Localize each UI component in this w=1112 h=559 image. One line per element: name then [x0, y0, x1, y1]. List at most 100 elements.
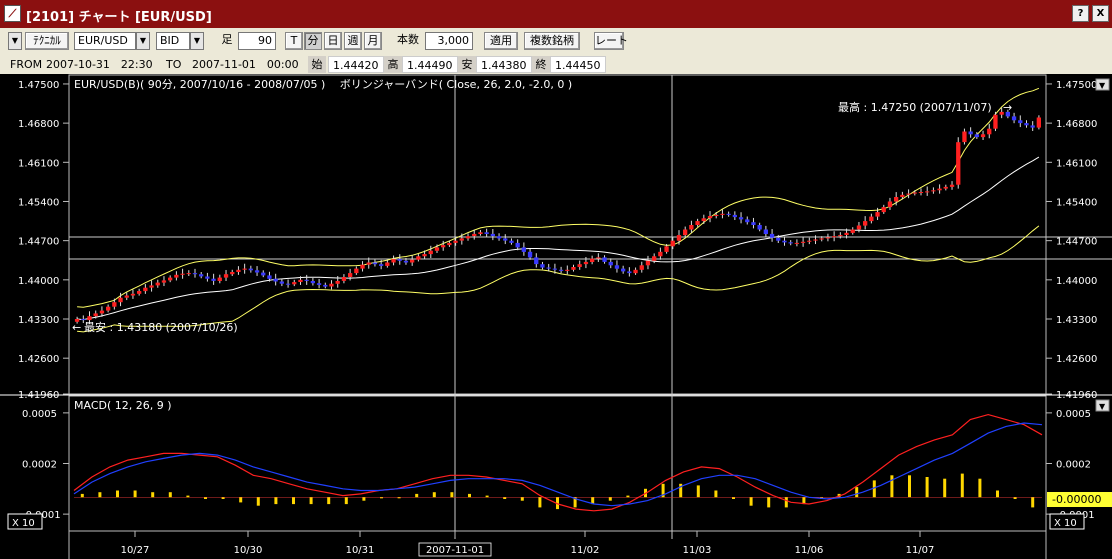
candle-body [87, 316, 92, 321]
app-icon: ⟋ [4, 5, 21, 22]
candle-body [664, 246, 669, 252]
menu-dropdown-icon[interactable]: ▼ [8, 32, 22, 50]
candle-body [689, 225, 694, 230]
candle-body [540, 264, 545, 268]
help-button[interactable]: ? [1072, 5, 1089, 22]
from-label: FROM [10, 58, 43, 71]
open-label: 始 [308, 56, 326, 73]
multi-symbol-button[interactable]: 複数銘柄 [524, 32, 580, 50]
price-chart-canvas[interactable]: 1.47500 1.47500 1.46800 1.46800 1.46100 1.461… [0, 74, 1112, 559]
macd-histogram-bar [256, 497, 260, 506]
date-tick-label: 11/03 [683, 545, 712, 556]
candle-body [93, 313, 98, 317]
rate-button[interactable]: レート [594, 32, 628, 50]
month-button[interactable]: 月 [364, 32, 382, 50]
candle-body [1024, 123, 1029, 126]
candle-body [1030, 125, 1035, 128]
candle-body [800, 241, 806, 243]
scale-x10-left-label: X 10 [12, 518, 35, 529]
price-tick-label-left: 1.42600 [18, 354, 59, 365]
candle-body [807, 240, 812, 242]
candle-body [987, 128, 992, 135]
minute-button[interactable]: 分 [304, 32, 322, 50]
pair-select[interactable]: EUR/USD [74, 32, 136, 50]
candle-body [124, 295, 129, 298]
candle-body [441, 245, 446, 248]
candle-body [453, 240, 458, 243]
close-label: 終 [532, 56, 550, 73]
week-button[interactable]: 週 [344, 32, 362, 50]
price-tick-label-left: 1.46100 [18, 158, 59, 169]
price-type-select[interactable]: BID [156, 32, 190, 50]
macd-histogram-bar [943, 478, 947, 498]
candle-body [509, 240, 514, 243]
price-tick-label-left: 1.47500 [18, 80, 59, 91]
price-tick-label-right: 1.42600 [1056, 354, 1097, 365]
candle-body [1036, 117, 1041, 128]
scale-x10-right[interactable]: X 10 [1049, 513, 1085, 530]
candle-body [496, 236, 502, 239]
candle-body [900, 194, 905, 197]
day-button[interactable]: 日 [324, 32, 342, 50]
candle-body [714, 214, 719, 216]
date-tick-label: 11/06 [795, 545, 824, 556]
price-tick-label-right: 1.47500 [1056, 80, 1097, 91]
candle-body [720, 213, 725, 215]
macd-layer [73, 413, 1043, 512]
price-tick-label-right: 1.44000 [1056, 276, 1097, 287]
candle-body [652, 256, 657, 261]
candle-body [273, 278, 278, 282]
pair-dropdown-icon[interactable]: ▼ [136, 32, 150, 50]
price-tick-label-right: 1.41960 [1056, 390, 1097, 401]
candle-body [217, 277, 222, 281]
price-scale-toggle-icon[interactable]: ▼ [1095, 78, 1110, 91]
apply-button[interactable]: 適用 [484, 32, 518, 50]
macd-histogram-bar [696, 485, 700, 498]
candle-body [379, 264, 384, 266]
candle-body [143, 287, 148, 292]
price-type-dropdown-icon[interactable]: ▼ [190, 32, 204, 50]
ohlc-info-bar: FROM 2007-10-31 22:30 TO 2007-11-01 00:0… [0, 54, 1112, 74]
date-tick-label: 10/30 [234, 545, 263, 556]
candle-body [825, 237, 831, 239]
macd-scale-toggle-icon[interactable]: ▼ [1095, 399, 1110, 412]
candle-body [670, 240, 675, 247]
price-tick-label-right: 1.46800 [1056, 119, 1097, 130]
candle-body [267, 275, 272, 279]
candle-body [571, 267, 576, 270]
macd-tick-label-left: 0.0005 [22, 409, 57, 420]
candle-body [980, 134, 986, 138]
candle-body [515, 242, 520, 248]
low-annotation: 最安 : 1.43180 (2007/10/26) [84, 320, 238, 334]
price-tick-label-right: 1.43300 [1056, 315, 1097, 326]
count-input[interactable]: 3,000 [425, 32, 473, 50]
candle-body [658, 251, 663, 257]
candle-body [410, 259, 415, 263]
macd-histogram-bar [855, 487, 859, 498]
macd-histogram-bar [960, 473, 964, 498]
candle-body [422, 254, 427, 257]
macd-histogram-bar [133, 490, 137, 498]
period-input[interactable]: 90 [238, 32, 276, 50]
open-value: 1.44420 [328, 56, 384, 73]
candle-body [168, 277, 173, 281]
bollinger-band-layer [77, 87, 1040, 333]
candle-body [732, 214, 737, 218]
candle-body [856, 225, 862, 230]
candle-body [956, 142, 961, 185]
macd-histogram-bar [168, 492, 172, 498]
candle-body [137, 291, 142, 294]
high-value: 1.44490 [402, 56, 458, 73]
candle-body [527, 251, 533, 258]
macd-histogram-bar [608, 497, 612, 501]
t-button[interactable]: T [285, 32, 303, 50]
candle-body [428, 250, 433, 255]
candle-body [447, 242, 452, 246]
macd-histogram-bar [397, 497, 401, 499]
macd-histogram-bar [204, 497, 207, 499]
macd-histogram-bar [749, 497, 753, 506]
close-button[interactable]: X [1092, 5, 1109, 22]
candle-body [465, 236, 471, 239]
scale-x10-left[interactable]: X 10 [7, 513, 43, 530]
technical-button[interactable]: ﾃｸﾆｶﾙ [25, 32, 69, 50]
